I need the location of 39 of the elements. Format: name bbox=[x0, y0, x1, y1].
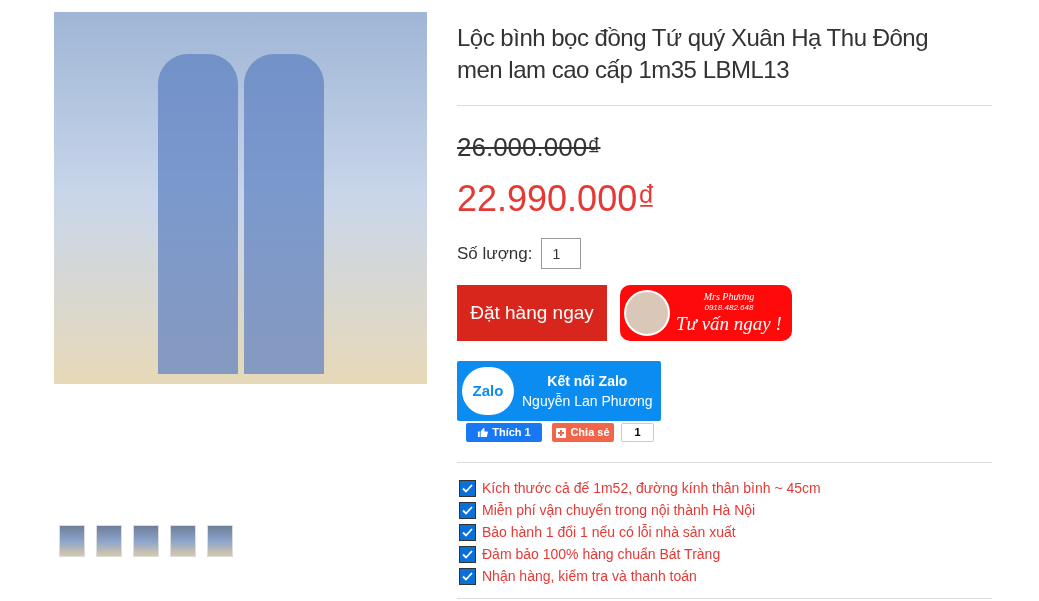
thumbnail-photo[interactable] bbox=[59, 525, 85, 557]
zalo-name: Nguyễn Lan Phương bbox=[522, 392, 653, 411]
thumbnail-photo[interactable] bbox=[207, 525, 233, 557]
checkbox[interactable] bbox=[459, 480, 476, 497]
consultant-phone: 0918.482.648 bbox=[704, 303, 754, 313]
checkbox[interactable] bbox=[459, 502, 476, 519]
feature-text: Đảm bảo 100% hàng chuẩn Bát Tràng bbox=[482, 545, 721, 564]
zalo-button[interactable]: Zalo Kết nối Zalo Nguyễn Lan Phương bbox=[457, 361, 661, 421]
checkmark-icon bbox=[462, 506, 473, 515]
consult-label: Tư vấn ngay ! bbox=[676, 313, 782, 335]
old-price: 26.000.000₫ bbox=[457, 132, 601, 162]
feature-text: Kích thước cả đế 1m52, đường kính thân bình ~ 45cm bbox=[482, 479, 821, 498]
zalo-title: Kết nối Zalo bbox=[547, 372, 628, 391]
checkmark-icon bbox=[462, 572, 473, 581]
feature-text: Miễn phí vận chuyển trong nội thành Hà Nội bbox=[482, 501, 756, 520]
sale-price: 22.990.000₫ bbox=[457, 178, 656, 220]
checkmark-icon bbox=[462, 550, 473, 559]
checkbox[interactable] bbox=[459, 568, 476, 585]
thumbs-up-icon bbox=[477, 427, 489, 438]
quantity-label: Số lượng: bbox=[457, 242, 533, 265]
share-count: 1 bbox=[621, 423, 654, 442]
thumbnail-photo[interactable] bbox=[96, 525, 122, 557]
checkbox[interactable] bbox=[459, 546, 476, 563]
checkbox[interactable] bbox=[459, 524, 476, 541]
like-button[interactable]: Thích 1 bbox=[466, 423, 542, 442]
zalo-logo: Zalo bbox=[472, 380, 504, 401]
thumbnail-photo[interactable] bbox=[133, 525, 159, 557]
checkmark-icon bbox=[462, 484, 473, 493]
order-button[interactable]: Đặt hàng ngay bbox=[457, 285, 607, 341]
consultant-name: Mrs Phương bbox=[703, 291, 755, 303]
checkmark-icon bbox=[462, 528, 473, 537]
feature-text: Bảo hành 1 đổi 1 nếu có lỗi nhà sản xuất bbox=[482, 523, 736, 542]
product-title: Lộc bình bọc đồng Tứ quý Xuân Hạ Thu Đông men lam cao cấp 1m35 LBML13 bbox=[457, 23, 930, 85]
thumbnail-photo[interactable] bbox=[170, 525, 196, 557]
feature-text: Nhận hàng, kiểm tra và thanh toán bbox=[482, 567, 697, 586]
share-button[interactable]: Chia sẻ bbox=[552, 423, 614, 442]
plus-icon bbox=[556, 427, 567, 438]
consult-button[interactable]: Mrs Phương 0918.482.648 Tư vấn ngay ! bbox=[620, 285, 792, 341]
quantity-field[interactable]: 1 bbox=[541, 238, 582, 269]
